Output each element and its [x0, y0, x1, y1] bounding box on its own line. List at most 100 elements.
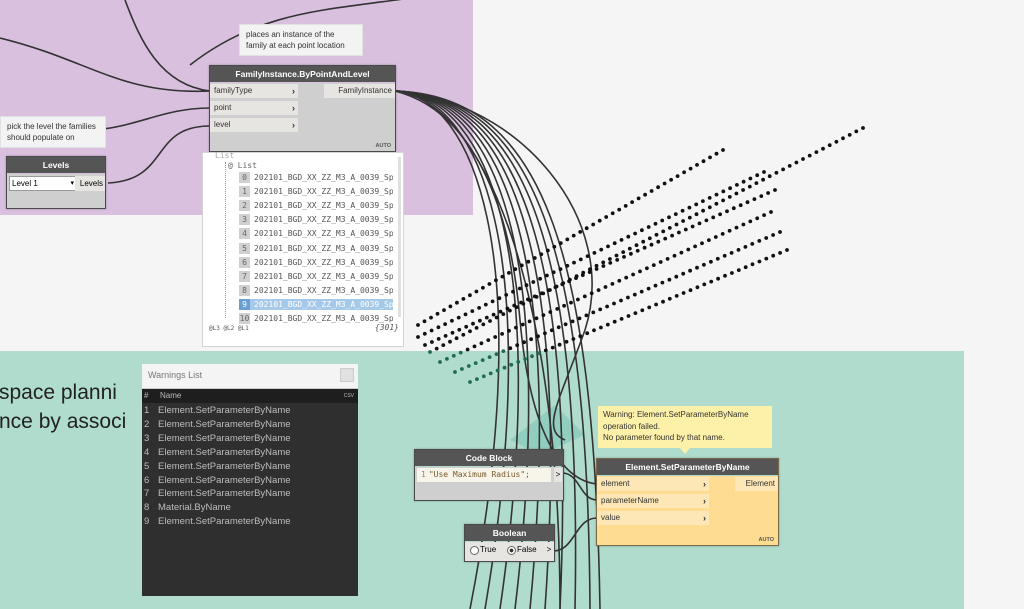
point-dot: [442, 308, 446, 312]
warning-row[interactable]: 5 Element.SetParameterByName: [144, 460, 291, 474]
point-dot: [495, 368, 500, 373]
boolean-node[interactable]: Boolean True False >: [464, 524, 555, 562]
point-dot: [709, 279, 714, 284]
point-dot: [558, 267, 563, 271]
boolean-output[interactable]: >: [545, 543, 553, 557]
port-element-out[interactable]: Element: [735, 477, 778, 491]
point-dot: [695, 163, 699, 167]
point-dot: [615, 258, 620, 262]
point-dot: [494, 315, 499, 320]
list-item[interactable]: 10 202101_BGD_XX_ZZ_M3_A_0039_Spac: [239, 313, 393, 324]
point-dot: [709, 259, 713, 264]
warning-row-number: 3: [144, 432, 150, 444]
point-dot: [617, 278, 622, 283]
list-item[interactable]: 7 202101_BGD_XX_ZZ_M3_A_0039_Spac: [239, 270, 393, 282]
auto-badge: AUTO: [758, 537, 774, 543]
warning-row[interactable]: 2 Element.SetParameterByName: [144, 418, 291, 432]
warning-row[interactable]: 6 Element.SetParameterByName: [144, 474, 291, 488]
point-dot: [472, 344, 477, 349]
point-dot: [574, 274, 579, 279]
list-item[interactable]: 2 202101_BGD_XX_ZZ_M3_A_0039_Spac: [239, 200, 393, 212]
point-dot: [429, 315, 433, 320]
point-dot: [827, 143, 832, 148]
port-value[interactable]: value ›: [597, 511, 709, 525]
warning-row[interactable]: 4 Element.SetParameterByName: [144, 446, 291, 460]
point-dot: [745, 200, 750, 205]
warning-row[interactable]: 3 Element.SetParameterByName: [144, 432, 291, 446]
list-item[interactable]: 6 202101_BGD_XX_ZZ_M3_A_0039_Spac: [239, 256, 393, 268]
list-item[interactable]: 5 202101_BGD_XX_ZZ_M3_A_0039_Spac: [239, 242, 393, 254]
point-dot: [681, 271, 686, 276]
code-block-output[interactable]: >: [554, 468, 562, 482]
point-dot: [673, 212, 678, 217]
point-dot: [451, 353, 456, 358]
point-dot: [680, 208, 685, 213]
warning-row[interactable]: 1 Element.SetParameterByName: [144, 404, 291, 418]
radio-true[interactable]: [470, 546, 479, 555]
port-familytype[interactable]: familyType ›: [210, 84, 298, 98]
port-point[interactable]: point ›: [210, 101, 298, 115]
list-item[interactable]: 9 202101_BGD_XX_ZZ_M3_A_0039_Spac: [239, 298, 393, 310]
point-dot: [565, 237, 570, 242]
wire: [0, 37, 211, 93]
list-preview[interactable]: List @ List 0 202101_BGD_XX_ZZ_M3_A_0039_…: [202, 151, 404, 347]
port-level[interactable]: level ›: [210, 118, 298, 132]
point-dot: [787, 164, 792, 168]
warning-row[interactable]: 7 Element.SetParameterByName: [144, 487, 291, 501]
code-block-node[interactable]: Code Block 1 "Use Maximum Radius"; >: [414, 449, 564, 501]
point-dot: [516, 360, 521, 364]
levels-dropdown[interactable]: Level 1 ▾: [9, 176, 77, 191]
list-preview-header: List: [215, 151, 235, 160]
port-parametername[interactable]: parameterName ›: [597, 494, 709, 508]
warning-row[interactable]: 9 Element.SetParameterByName: [144, 515, 291, 529]
radio-false[interactable]: [507, 546, 516, 555]
point-dot: [504, 293, 509, 297]
list-item[interactable]: 0 202101_BGD_XX_ZZ_M3_A_0039_Spac: [239, 172, 393, 183]
point-dot: [757, 239, 762, 243]
list-item-text: 202101_BGD_XX_ZZ_M3_A_0039_Spac: [254, 271, 393, 281]
point-dot: [435, 311, 440, 316]
list-item[interactable]: 1 202101_BGD_XX_ZZ_M3_A_0039_Spac: [239, 186, 393, 198]
point-dot: [556, 325, 561, 330]
point-dot: [441, 343, 446, 347]
point-dot: [450, 318, 454, 323]
point-dot: [679, 250, 684, 255]
point-dot: [480, 358, 485, 362]
warnings-close-button[interactable]: [340, 368, 354, 382]
warning-line-3: No parameter found by that name.: [603, 433, 725, 442]
levels-node[interactable]: Levels Level 1 ▾ Levels: [6, 156, 106, 209]
point-dot: [470, 309, 475, 313]
point-dot: [490, 299, 495, 304]
point-dot: [718, 212, 722, 217]
note-pick-text: pick the level the families should popul…: [7, 122, 96, 142]
list-item-index: 1: [239, 186, 250, 198]
list-item[interactable]: 4 202101_BGD_XX_ZZ_M3_A_0039_Spac: [239, 228, 393, 240]
list-item[interactable]: 3 202101_BGD_XX_ZZ_M3_A_0039_Spac: [239, 214, 393, 226]
warnings-list-panel[interactable]: Warnings List # Name CSV 1 Element.SetPar…: [142, 364, 358, 596]
point-dot: [750, 242, 755, 246]
levels-output[interactable]: Levels: [75, 176, 105, 191]
port-element[interactable]: element ›: [597, 477, 709, 491]
set-parameter-node[interactable]: Element.SetParameterByName element › para…: [596, 458, 779, 546]
point-dot: [555, 307, 560, 311]
point-dot: [494, 352, 499, 356]
point-dot: [571, 337, 576, 341]
code-block-editor[interactable]: 1 "Use Maximum Radius";: [417, 468, 551, 482]
point-dot: [581, 270, 586, 275]
point-dot: [707, 205, 712, 210]
warning-row[interactable]: 8 Material.ByName: [144, 501, 231, 515]
family-instance-node[interactable]: FamilyInstance.ByPointAndLevel familyTyp…: [209, 65, 396, 152]
family-instance-title: FamilyInstance.ByPointAndLevel: [210, 66, 395, 82]
code-block-title: Code Block: [415, 450, 563, 466]
note-places-text: places an instance of the family at each…: [246, 30, 345, 50]
point-dot: [714, 151, 719, 156]
point-dot: [610, 282, 615, 286]
list-scrollbar[interactable]: [398, 157, 401, 317]
warnings-csv-button[interactable]: CSV: [344, 389, 354, 403]
port-familyinstance-out[interactable]: FamilyInstance: [324, 84, 395, 98]
point-dot: [702, 282, 707, 287]
chevron-down-icon: ▾: [70, 180, 74, 187]
list-item[interactable]: 8 202101_BGD_XX_ZZ_M3_A_0039_Spac: [239, 284, 393, 296]
point-dot: [554, 284, 559, 289]
point-dot: [821, 146, 825, 151]
